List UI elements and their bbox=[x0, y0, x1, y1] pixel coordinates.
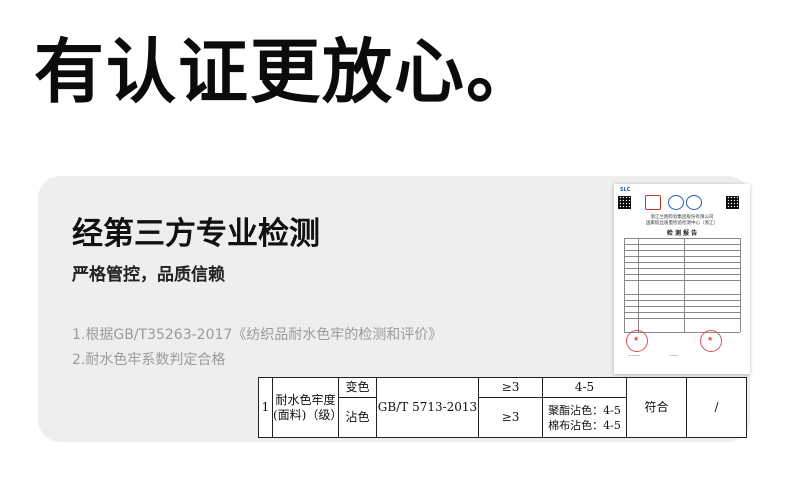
test-result: 4-5 bbox=[542, 376, 627, 399]
test-report-image: SLC 浙江兰图检验集团股份有限公司 国家纺丝质量检验检测中心（浙江） 检 测 … bbox=[614, 184, 750, 374]
report-header: 浙江兰图检验集团股份有限公司 国家纺丝质量检验检测中心（浙江） bbox=[646, 215, 718, 226]
page-headline: 有认证更放心。 bbox=[34, 31, 538, 113]
test-item: 耐水色牢度(面料)（级） bbox=[272, 377, 342, 438]
report-table bbox=[624, 238, 741, 333]
report-title: 检 测 报 告 bbox=[666, 230, 698, 237]
qr-code-icon bbox=[618, 196, 631, 209]
red-seal-icon: ★ bbox=[626, 330, 648, 352]
test-result-table: 1 耐水色牢度(面料)（级） 变色 GB/T 5713-2013 ≥3 4-5 … bbox=[258, 376, 747, 438]
red-seal-icon: ★ bbox=[700, 330, 722, 352]
cnas-logo-icon bbox=[686, 195, 702, 210]
qr-code-icon bbox=[726, 196, 739, 209]
row-index: 1 bbox=[258, 377, 273, 438]
remark: / bbox=[686, 377, 747, 438]
report-logo: SLC bbox=[620, 187, 631, 193]
sub-item: 变色 bbox=[338, 376, 377, 399]
sub-item: 沾色 bbox=[338, 397, 377, 438]
ilac-logo-icon bbox=[668, 195, 684, 210]
requirement: ≥3 bbox=[478, 376, 543, 399]
cma-logo-icon bbox=[645, 195, 661, 210]
test-result: 聚酯沾色：4-5 棉布沾色：4-5 bbox=[542, 397, 627, 438]
requirement: ≥3 bbox=[478, 397, 543, 438]
standard-note: 1.根据GB/T35263-2017《纺织品耐水色牢的检测和评价》 bbox=[72, 327, 443, 343]
card-subtitle: 严格管控，品质信赖 bbox=[72, 265, 225, 285]
test-method: GB/T 5713-2013 bbox=[376, 377, 479, 438]
signature-icon: ～～～ bbox=[628, 353, 640, 358]
table-row: 1 耐水色牢度(面料)（级） 变色 GB/T 5713-2013 ≥3 4-5 … bbox=[258, 376, 747, 438]
verdict: 符合 bbox=[626, 377, 687, 438]
card-title: 经第三方专业检测 bbox=[72, 216, 320, 252]
result-note: 2.耐水色牢系数判定合格 bbox=[72, 352, 226, 368]
signature-icon: ～～ bbox=[670, 353, 678, 358]
